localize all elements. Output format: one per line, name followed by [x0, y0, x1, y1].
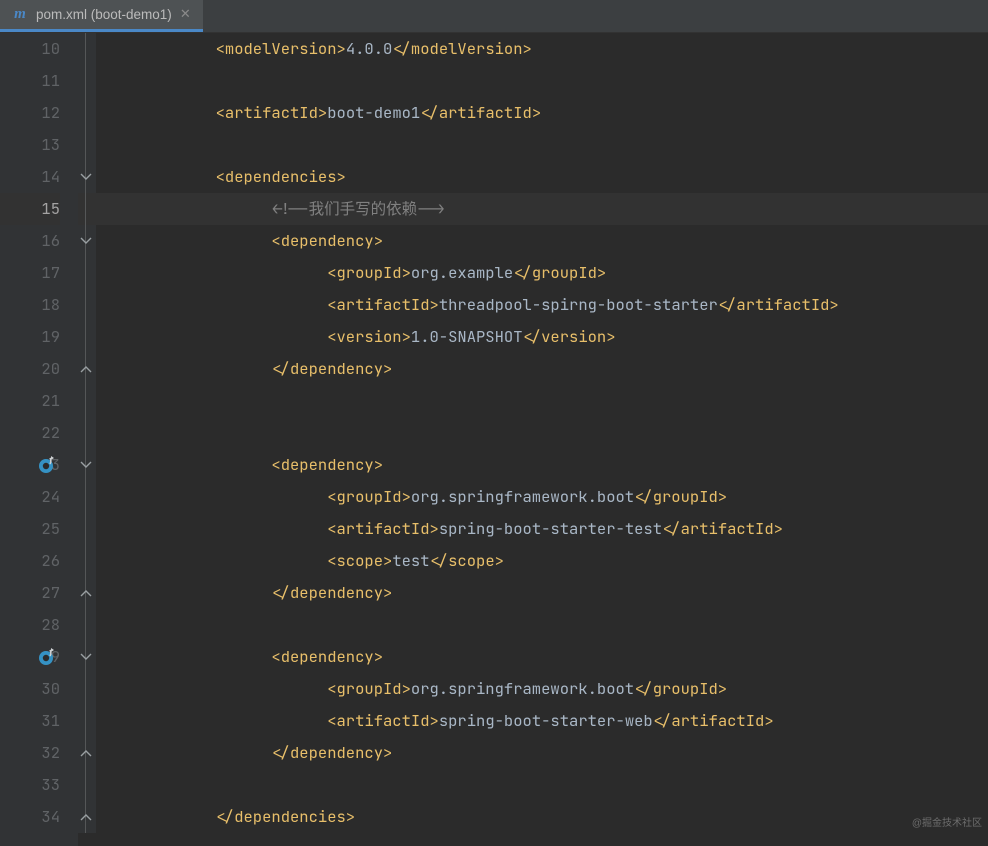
fold-column[interactable] — [78, 33, 96, 833]
line-number[interactable]: 20 — [0, 353, 60, 385]
ide-root: { "tab": { "icon_glyph": "m", "title": "… — [0, 0, 988, 846]
code-line[interactable]: <groupId>org.springframework.boot</group… — [96, 673, 988, 705]
code-line[interactable]: <groupId>org.springframework.boot</group… — [96, 481, 988, 513]
line-number[interactable]: 26 — [0, 545, 60, 577]
code-line[interactable] — [96, 417, 988, 449]
fold-open-icon[interactable] — [80, 459, 92, 471]
line-number[interactable]: 17 — [0, 257, 60, 289]
line-number[interactable]: 28 — [0, 609, 60, 641]
line-number[interactable]: 25 — [0, 513, 60, 545]
code-area[interactable]: <modelVersion>4.0.0</modelVersion> <arti… — [96, 33, 988, 846]
code-line[interactable] — [96, 129, 988, 161]
fold-open-icon[interactable] — [80, 651, 92, 663]
code-line[interactable]: <artifactId>spring-boot-starter-web</art… — [96, 705, 988, 737]
line-number[interactable]: 11 — [0, 65, 60, 97]
line-number[interactable]: 31 — [0, 705, 60, 737]
code-line[interactable]: <artifactId>spring-boot-starter-test</ar… — [96, 513, 988, 545]
line-number[interactable]: 22 — [0, 417, 60, 449]
line-number[interactable]: 34 — [0, 801, 60, 833]
line-number[interactable]: 12 — [0, 97, 60, 129]
code-line[interactable] — [96, 769, 988, 801]
line-number[interactable]: 21 — [0, 385, 60, 417]
line-number[interactable]: 18 — [0, 289, 60, 321]
tab-bar: m pom.xml (boot-demo1) ✕ — [0, 0, 988, 33]
line-number-gutter[interactable]: 1011121314151617181920212223242526272829… — [0, 33, 78, 846]
code-line[interactable]: <modelVersion>4.0.0</modelVersion> — [96, 33, 988, 65]
line-number[interactable]: 19 — [0, 321, 60, 353]
tab-pom-xml[interactable]: m pom.xml (boot-demo1) ✕ — [0, 0, 203, 32]
line-number[interactable]: 27 — [0, 577, 60, 609]
code-line[interactable]: <scope>test</scope> — [96, 545, 988, 577]
fold-close-icon[interactable] — [80, 811, 92, 823]
code-line[interactable]: </dependencies> — [96, 801, 988, 833]
line-number[interactable]: 32 — [0, 737, 60, 769]
code-line[interactable]: <groupId>org.example</groupId> — [96, 257, 988, 289]
line-number[interactable]: 24 — [0, 481, 60, 513]
tab-title: pom.xml (boot-demo1) — [36, 7, 172, 22]
code-line[interactable]: </dependency> — [96, 577, 988, 609]
fold-open-icon[interactable] — [80, 171, 92, 183]
dependency-update-icon[interactable] — [38, 456, 56, 474]
line-number[interactable]: 30 — [0, 673, 60, 705]
line-number[interactable]: 16 — [0, 225, 60, 257]
code-line[interactable]: </dependency> — [96, 353, 988, 385]
fold-close-icon[interactable] — [80, 747, 92, 759]
fold-close-icon[interactable] — [80, 363, 92, 375]
code-line[interactable]: <dependency> — [96, 225, 988, 257]
line-number[interactable]: 29 — [0, 641, 60, 673]
dependency-update-icon[interactable] — [38, 648, 56, 666]
maven-file-icon: m — [12, 6, 28, 22]
line-number[interactable]: 14 — [0, 161, 60, 193]
code-line[interactable]: </dependency> — [96, 737, 988, 769]
code-line[interactable]: <dependency> — [96, 449, 988, 481]
close-icon[interactable]: ✕ — [180, 6, 191, 22]
code-line[interactable]: <dependency> — [96, 641, 988, 673]
fold-open-icon[interactable] — [80, 235, 92, 247]
code-line[interactable]: <version>1.0-SNAPSHOT</version> — [96, 321, 988, 353]
code-line[interactable]: <!--我们手写的依赖--> — [96, 193, 988, 225]
line-number[interactable]: 10 — [0, 33, 60, 65]
code-line[interactable]: <artifactId>boot-demo1</artifactId> — [96, 97, 988, 129]
code-line[interactable]: <dependencies> — [96, 161, 988, 193]
watermark: @掘金技术社区 — [912, 808, 982, 840]
editor: 1011121314151617181920212223242526272829… — [0, 33, 988, 846]
line-number[interactable]: 23 — [0, 449, 60, 481]
code-line[interactable] — [96, 609, 988, 641]
code-line[interactable] — [96, 385, 988, 417]
line-number[interactable]: 33 — [0, 769, 60, 801]
line-number[interactable]: 13 — [0, 129, 60, 161]
fold-close-icon[interactable] — [80, 587, 92, 599]
code-line[interactable]: <artifactId>threadpool-spirng-boot-start… — [96, 289, 988, 321]
code-line[interactable] — [96, 65, 988, 97]
